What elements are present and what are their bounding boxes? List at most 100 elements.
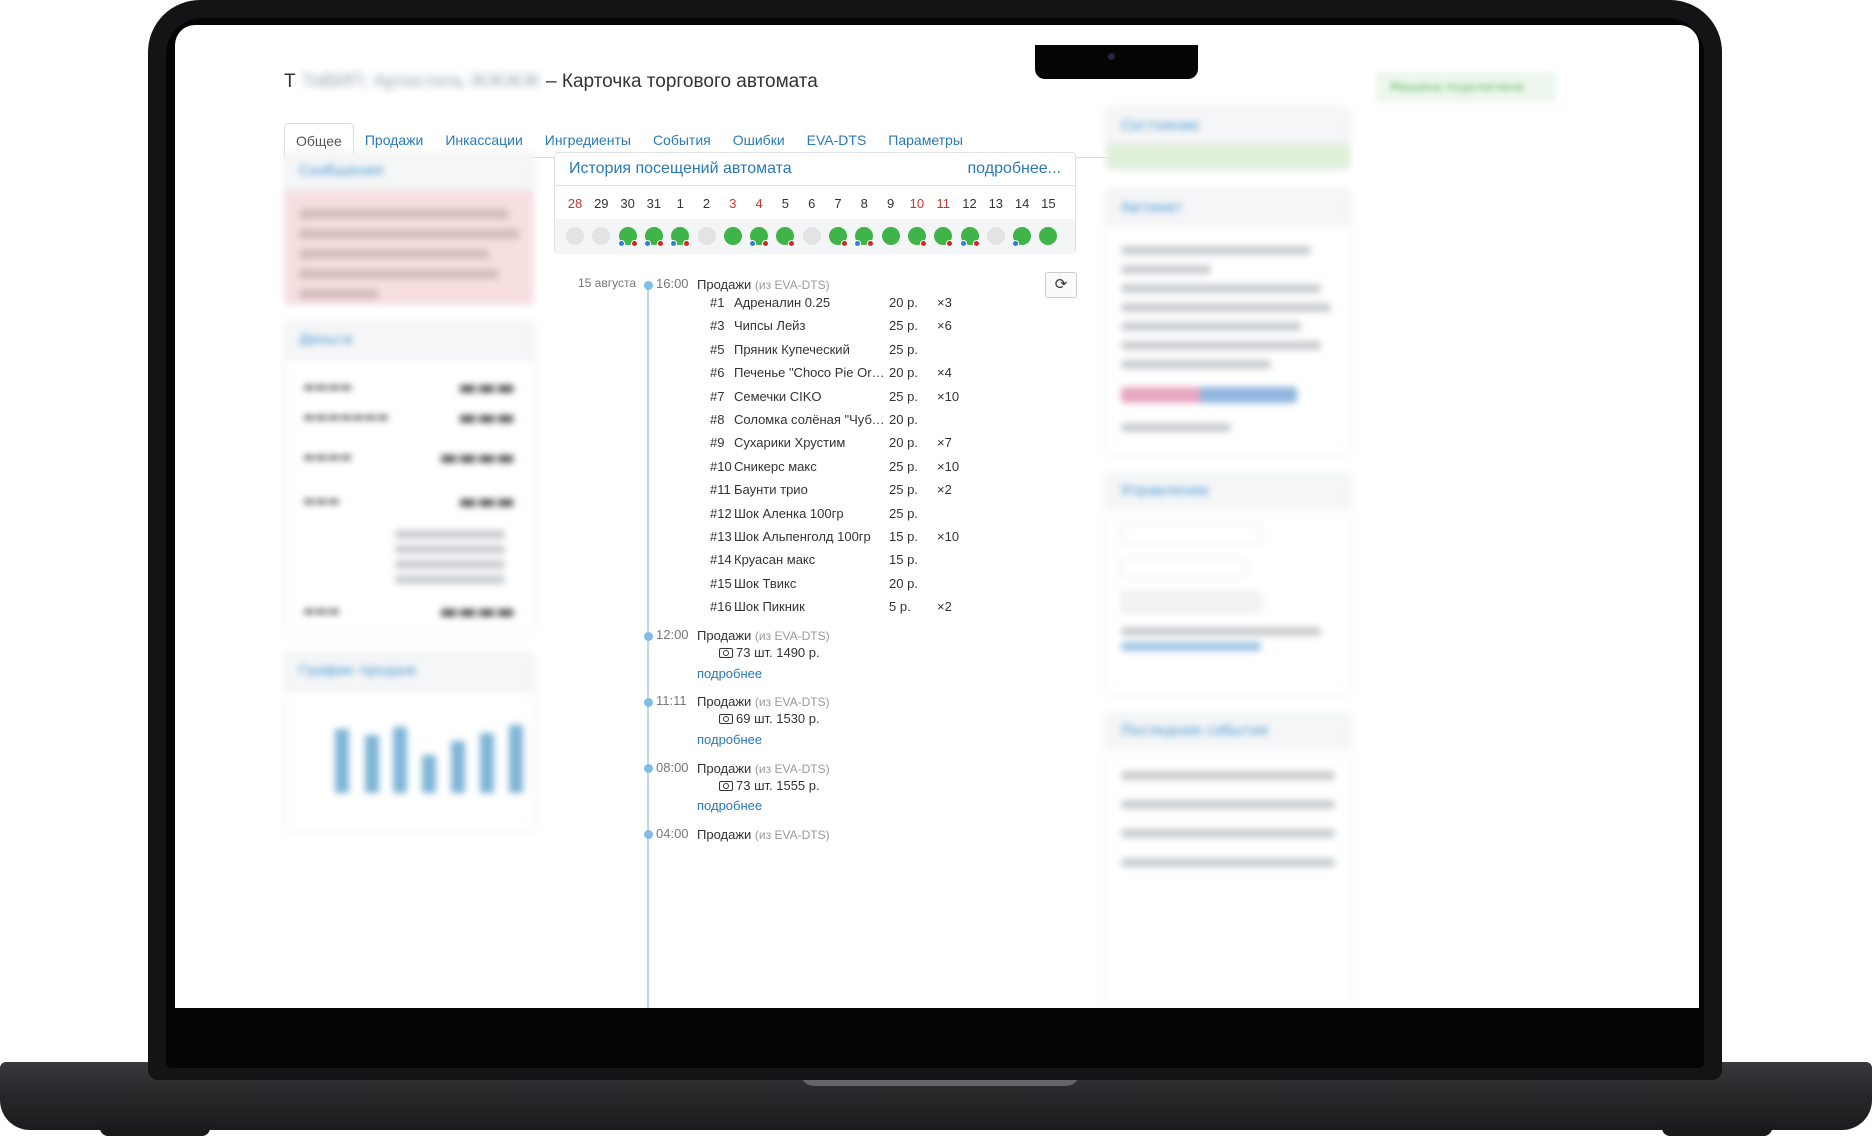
item-number: #13: [710, 529, 732, 544]
history-visit-dot[interactable]: [697, 227, 716, 245]
event-more-link[interactable]: подробнее: [697, 666, 762, 681]
page-title-prefix: Т: [284, 71, 296, 92]
history-visit-dot[interactable]: [566, 227, 584, 245]
event-summary: 69 шт. 1530 р.: [719, 711, 820, 726]
event-title-text: Продажи: [697, 694, 752, 709]
sales-item-row: #7 Семечки CIKO 25 р. ×10: [710, 389, 960, 409]
history-visit-dot[interactable]: [723, 227, 742, 245]
control-panel: Управление: [1106, 472, 1350, 695]
error-marker: [788, 240, 796, 247]
item-price: 25 р.: [889, 458, 918, 474]
item-number: #7: [710, 388, 725, 404]
item-price: 5 р.: [889, 599, 911, 615]
item-name: Шок Пикник: [734, 599, 805, 615]
history-day-label: 11: [936, 196, 950, 211]
item-name: Сникерс макс: [734, 458, 817, 474]
collection-marker: [1012, 240, 1020, 247]
event-source: (из EVA-DTS): [754, 695, 830, 709]
money-row: ▬▬▬▬ ▬▬▬▬: [303, 445, 515, 469]
history-day-label: 14: [1014, 196, 1030, 211]
item-number: #10: [710, 458, 732, 474]
history-visit-dot[interactable]: [959, 227, 980, 247]
history-day-label: 5: [781, 196, 789, 211]
collection-marker: [749, 240, 757, 247]
item-price: 25 р.: [889, 482, 918, 498]
cash-icon: [719, 648, 733, 658]
history-day-label: 3: [729, 196, 737, 211]
history-visit-dot[interactable]: [617, 227, 638, 247]
item-name: Адреналин 0.25: [734, 295, 831, 310]
history-visit-dot[interactable]: [1012, 227, 1032, 247]
history-day-label: 28: [567, 196, 583, 211]
error-marker: [919, 240, 927, 247]
sales-chart-panel: График продаж: [284, 652, 534, 832]
item-price: 25 р.: [889, 505, 918, 521]
history-visit-dot[interactable]: [986, 227, 1005, 245]
visit-history-dots: [555, 219, 1075, 254]
refresh-icon: ⟳: [1054, 275, 1068, 293]
status-panel-title: Состояние: [1107, 108, 1349, 144]
history-visit-dot[interactable]: [670, 227, 691, 247]
history-visit-dot[interactable]: [881, 227, 900, 245]
item-quantity: ×10: [937, 529, 960, 544]
sales-item-row: #11 Баунти трио 25 р. ×2: [710, 482, 960, 502]
item-price: 25 р.: [889, 388, 918, 404]
item-number: #9: [710, 435, 725, 451]
event-more-link[interactable]: подробнее: [697, 798, 762, 813]
timeline-line: [647, 283, 649, 1008]
sales-item-row: #8 Соломка солёная "Чубук... 20 р.: [710, 412, 960, 432]
history-visit-dot[interactable]: [907, 227, 927, 247]
history-day-label: 12: [962, 196, 977, 211]
timeline-marker: [644, 698, 653, 707]
history-day-label: 30: [620, 196, 635, 211]
item-quantity: ×2: [937, 599, 952, 615]
refresh-button[interactable]: ⟳: [1045, 272, 1077, 298]
history-visit-dot[interactable]: [776, 227, 796, 247]
money-panel: Деньги ▬▬▬▬ ▬▬▬ ▬▬▬▬▬▬▬ ▬▬▬ ▬▬▬▬ ▬▬▬▬ ▬▬▬ ▬▬…: [284, 321, 534, 636]
item-price: 20 р.: [889, 435, 918, 451]
history-visit-dot[interactable]: [643, 227, 664, 247]
event-title-text: Продажи: [697, 628, 752, 643]
machine-panel-title: Автомат: [1107, 190, 1349, 226]
money-panel-title: Деньги: [285, 322, 533, 360]
error-marker: [972, 240, 980, 247]
history-visit-dot[interactable]: [829, 227, 848, 247]
history-visit-dot[interactable]: [802, 227, 821, 245]
item-number: #12: [710, 505, 732, 521]
item-name: Шок Аленка 100гр: [734, 505, 844, 521]
sales-item-row: #12 Шок Аленка 100гр 25 р.: [710, 506, 960, 526]
error-marker: [867, 240, 875, 247]
history-visit-dot[interactable]: [934, 227, 954, 247]
money-row: ▬▬▬▬▬▬▬: [303, 375, 515, 399]
event-source: (из EVA-DTS): [754, 278, 830, 292]
history-visit-dot[interactable]: [592, 227, 611, 245]
item-price: 25 р.: [889, 341, 918, 357]
status-panel: Состояние: [1106, 107, 1350, 170]
item-name: Пряник Купеческий: [734, 341, 850, 357]
item-number: #14: [710, 552, 732, 568]
timeline-date: 15 августа: [578, 276, 637, 290]
timeline-event-title: Продажи (из EVA-DTS): [697, 827, 830, 842]
item-price: 20 р.: [889, 365, 918, 381]
sales-chart-title: График продаж: [285, 653, 533, 691]
item-name: Шок Альпенголд 100гр: [734, 529, 871, 544]
visit-history-title: История посещений автомата: [569, 160, 792, 177]
event-more-link[interactable]: подробнее: [697, 732, 762, 747]
screen: Т ТиВИП: Артистель ЖЖЖЖ – Карточка торгово…: [175, 25, 1699, 1008]
laptop-foot: [1662, 1126, 1772, 1136]
item-name: Соломка солёная "Чубук...: [734, 412, 886, 427]
history-day-label: 31: [646, 196, 662, 211]
event-summary-text: 73 шт. 1490 р.: [736, 645, 820, 660]
collection-marker: [854, 240, 862, 247]
item-name: Сухарики Хрустим: [734, 435, 846, 451]
history-visit-dot[interactable]: [1039, 227, 1058, 245]
timeline-event-title: Продажи (из EVA-DTS): [697, 277, 830, 292]
event-source: (из EVA-DTS): [754, 762, 830, 776]
machine-status-button[interactable]: Машина подключена: [1377, 73, 1555, 101]
visit-history-days: 28 29 30 31 1 2 3 4 5 6 7 8 9 10 11 12 13 14 15: [555, 187, 1075, 219]
timeline-time: 11:11: [656, 693, 687, 708]
history-visit-dot[interactable]: [749, 227, 770, 247]
visit-history-more-link[interactable]: подробнее...: [968, 160, 1061, 178]
event-summary: 73 шт. 1490 р.: [719, 645, 820, 660]
history-visit-dot[interactable]: [854, 227, 875, 247]
